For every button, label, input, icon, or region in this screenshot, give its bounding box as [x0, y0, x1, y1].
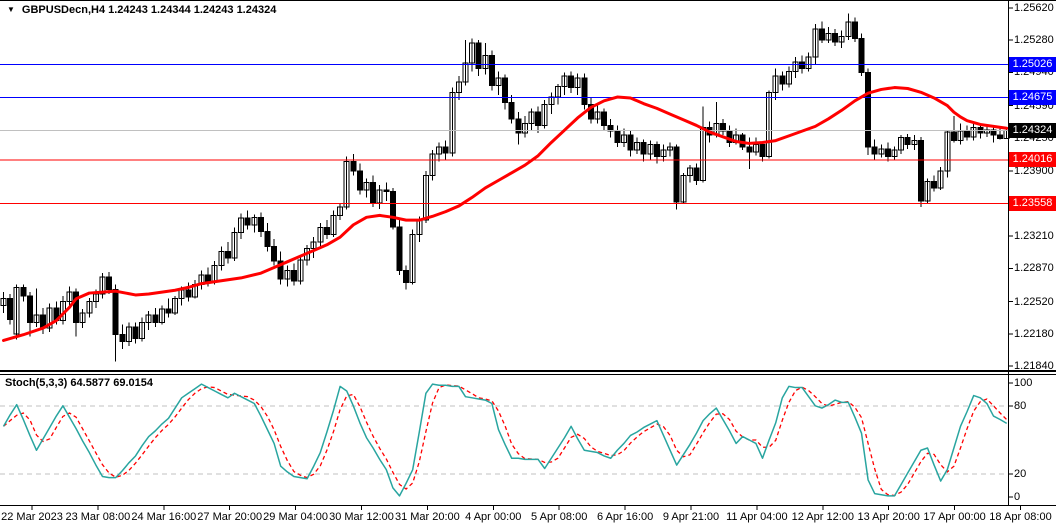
time-tick-label: 23 Mar 08:00 [65, 511, 131, 523]
price-level-badge: 1.24016 [1009, 152, 1056, 168]
time-tick-label: 27 Mar 20:00 [197, 511, 263, 523]
time-tick-label: 6 Apr 16:00 [596, 511, 654, 523]
time-tick-label: 5 Apr 08:00 [531, 511, 588, 523]
time-tick-label: 30 Mar 12:00 [329, 511, 394, 523]
stoch-tick-label: 100 [1014, 377, 1033, 389]
time-tick-label: 9 Apr 21:00 [662, 511, 720, 523]
time-tick-label: 4 Apr 00:00 [465, 511, 522, 523]
price-tick-label: 1.25280 [1014, 34, 1054, 47]
time-tick-label: 24 Mar 16:00 [131, 511, 197, 523]
price-tick-label: 1.22520 [1014, 295, 1054, 308]
price-tick-label: 1.25620 [1014, 2, 1054, 14]
stoch-tick-label: 80 [1014, 399, 1027, 412]
stochastic-label: Stoch(5,3,3) 64.5877 69.0154 [5, 377, 153, 389]
time-tick-label: 29 Mar 04:00 [263, 511, 329, 523]
price-tick-label: 1.22870 [1014, 262, 1054, 275]
price-level-badge: 1.25026 [1009, 56, 1056, 72]
chart-canvas[interactable] [0, 0, 1056, 526]
time-tick-label: 22 Mar 2023 [1, 511, 63, 523]
moving-average-line [2, 86, 1009, 342]
time-tick-label: 31 Mar 20:00 [394, 511, 460, 523]
price-tick-label: 1.23210 [1014, 230, 1054, 243]
stoch-tick-label: 20 [1014, 468, 1027, 481]
stoch-signal-line [3, 384, 1008, 497]
current-price-badge: 1.24324 [1009, 123, 1056, 139]
price-level-badge: 1.23558 [1009, 195, 1056, 211]
chart-window: ▼ GBPUSDecn,H4 1.24243 1.24344 1.24243 1… [0, 0, 1056, 526]
price-tick-label: 1.22180 [1014, 327, 1054, 340]
price-tick-label: 1.21840 [1014, 359, 1054, 372]
symbol-ohlc-text: GBPUSDecn,H4 1.24243 1.24344 1.24243 1.2… [21, 4, 277, 16]
time-tick-label: 13 Apr 20:00 [857, 511, 920, 523]
price-level-badge: 1.24675 [1009, 89, 1056, 105]
time-tick-label: 11 Apr 04:00 [726, 511, 788, 523]
stoch-main-line [2, 383, 1008, 497]
time-tick-label: 12 Apr 12:00 [791, 511, 854, 523]
stoch-tick-label: 0 [1014, 491, 1021, 503]
time-tick-label: 17 Apr 00:00 [923, 511, 986, 523]
time-tick-label: 18 Apr 08:00 [989, 511, 1052, 523]
symbol-title: ▼ GBPUSDecn,H4 1.24243 1.24344 1.24243 1… [7, 4, 276, 16]
chart-marker-icon: ▼ [7, 5, 15, 14]
